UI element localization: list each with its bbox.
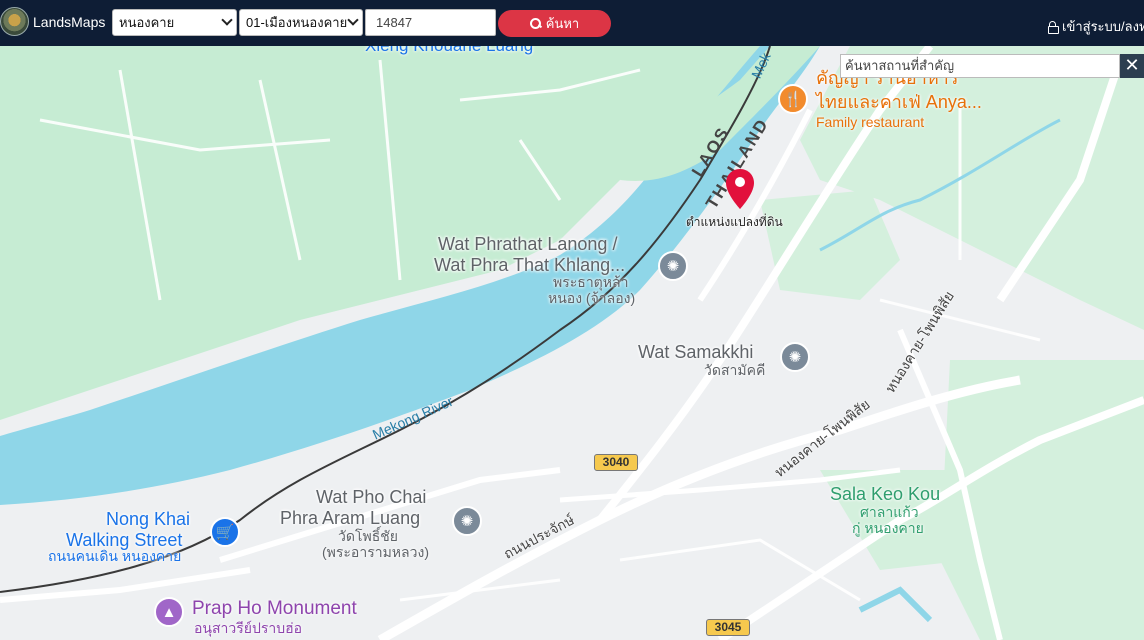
parcel-marker-label: ตำแหน่งแปลงที่ดิน bbox=[686, 215, 783, 229]
top-navbar: LandsMaps หนองคาย 01-เมืองหนองคาย 14847 … bbox=[0, 0, 1144, 46]
district-select[interactable]: 01-เมืองหนองคาย bbox=[239, 9, 363, 36]
map-label-wat-lanong-th: พระธาตุหล้า bbox=[553, 274, 629, 290]
parcel-number-input[interactable]: 14847 bbox=[365, 9, 496, 36]
route-3045-shield: 3045 bbox=[706, 619, 750, 636]
map-label-restaurant-type: Family restaurant bbox=[816, 114, 925, 130]
map-label-wat-lanong-th2: หนอง (จ้าลอง) bbox=[548, 290, 636, 306]
lock-icon bbox=[1048, 21, 1059, 34]
map-label-restaurant-name2: ไทยและคาเฟ่ Anya... bbox=[816, 92, 982, 112]
route-3040-shield: 3040 bbox=[594, 454, 638, 471]
chevron-down-icon bbox=[221, 14, 233, 26]
search-icon bbox=[529, 18, 541, 29]
province-select-value: หนองคาย bbox=[119, 15, 175, 30]
map-label-wat-pho-chai: Wat Pho Chai bbox=[316, 487, 427, 507]
chevron-down-icon bbox=[347, 14, 359, 26]
map-label-wat-samakkhi-th: วัดสามัคคี bbox=[704, 362, 766, 378]
map-label-wat-pho-chai-th: วัดโพธิ์ชัย bbox=[338, 528, 398, 544]
map-label-walking-street2: Walking Street bbox=[66, 530, 183, 550]
province-select[interactable]: หนองคาย bbox=[112, 9, 237, 36]
login-label: เข้าสู่ระบบ/ลงท bbox=[1062, 19, 1144, 34]
district-select-value: 01-เมืองหนองคาย bbox=[246, 15, 348, 30]
monument-icon[interactable]: ▲ bbox=[154, 597, 184, 627]
map-label-wat-samakkhi: Wat Samakkhi bbox=[638, 342, 754, 362]
login-link[interactable]: เข้าสู่ระบบ/ลงท bbox=[1048, 16, 1144, 37]
map-label-wat-pho-chai-th2: (พระอารามหลวง) bbox=[322, 544, 429, 560]
map-label-prap-ho: Prap Ho Monument bbox=[192, 598, 357, 619]
map-label-wat-pho-chai2: Phra Aram Luang bbox=[280, 508, 421, 528]
map-label-wat-lanong: Wat Phrathat Lanong / bbox=[438, 234, 618, 254]
map-canvas[interactable]: Xieng Khouane Luang Mek 🍴 คัญญา ร้านอาหา… bbox=[0, 46, 1144, 640]
place-search-close-button[interactable]: ✕ bbox=[1120, 54, 1144, 78]
restaurant-icon[interactable]: 🍴 bbox=[778, 84, 808, 114]
map-label-prap-ho-th: อนุสาวรีย์ปราบฮ่อ bbox=[194, 620, 303, 636]
map-label-sala-keo-kou-th: ศาลาแก้ว bbox=[860, 504, 919, 520]
search-button[interactable]: ค้นหา bbox=[498, 10, 611, 37]
brand-name[interactable]: LandsMaps bbox=[33, 14, 105, 30]
temple-icon[interactable]: ✺ bbox=[658, 251, 688, 281]
map-label-walking-street-th: ถนนคนเดิน หนองคาย bbox=[48, 548, 182, 564]
map-label-sala-keo-kou-th2: กู่ หนองคาย bbox=[852, 520, 924, 536]
map-label-wat-lanong2: Wat Phra That Khlang... bbox=[434, 255, 626, 275]
search-button-label: ค้นหา bbox=[545, 16, 580, 31]
map-label-sala-keo-kou: Sala Keo Kou bbox=[830, 484, 941, 504]
parcel-location-marker-icon[interactable] bbox=[724, 167, 756, 211]
place-search-input[interactable]: ค้นหาสถานที่สำคัญ bbox=[840, 54, 1120, 78]
shopping-cart-icon[interactable]: 🛒 bbox=[210, 517, 240, 547]
temple-icon[interactable]: ✺ bbox=[452, 506, 482, 536]
map-label-xieng-khouane: Xieng Khouane Luang bbox=[365, 46, 533, 54]
map-label-walking-street: Nong Khai bbox=[106, 509, 191, 529]
temple-icon[interactable]: ✺ bbox=[780, 342, 810, 372]
landsmaps-logo-icon[interactable] bbox=[0, 7, 29, 36]
